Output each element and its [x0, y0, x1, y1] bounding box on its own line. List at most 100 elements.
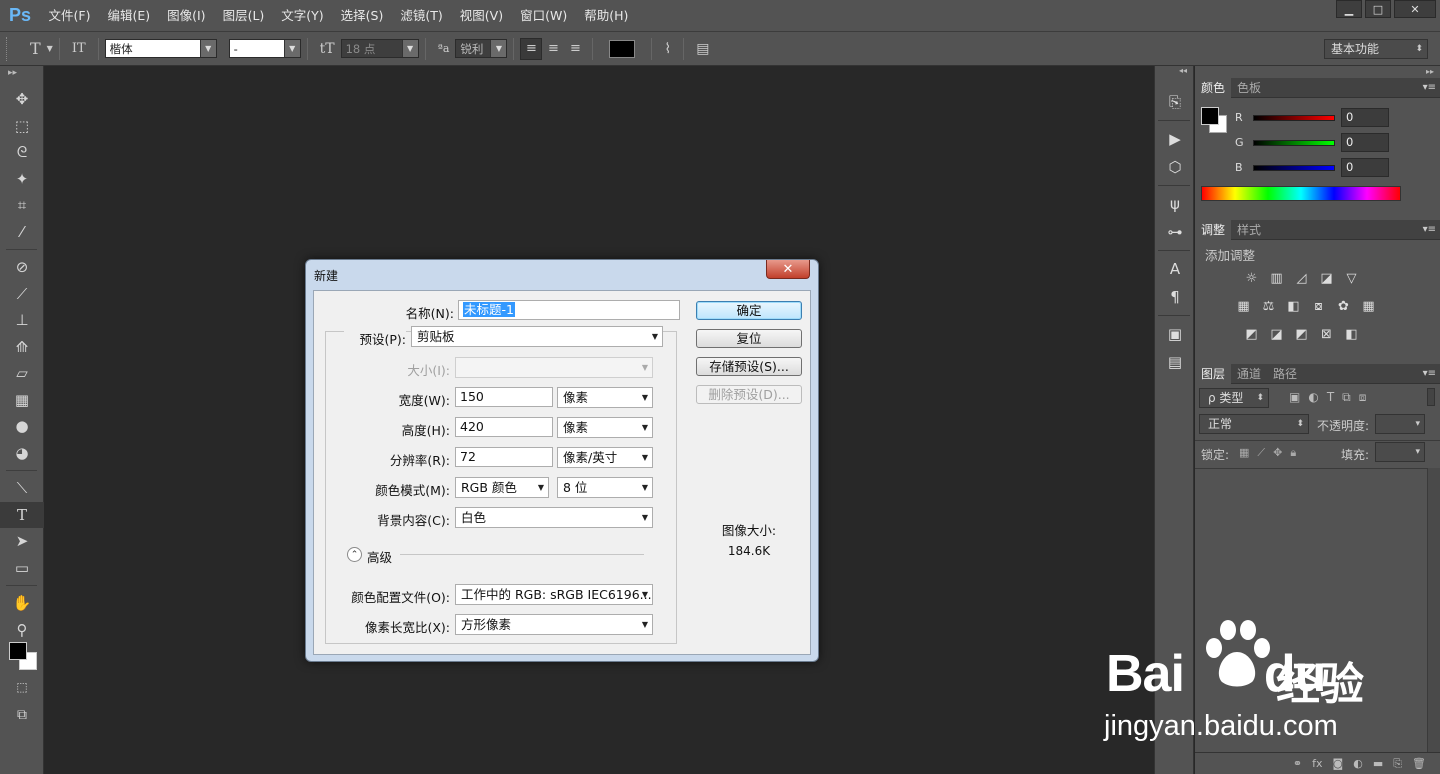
tab-adjustments[interactable]: 调整 — [1195, 220, 1232, 240]
new-adjustment-layer-icon[interactable]: ◐ — [1353, 757, 1363, 770]
link-layers-icon[interactable]: ⚭ — [1293, 757, 1302, 770]
character-panel-icon[interactable]: A — [1155, 255, 1195, 283]
shape-tool-icon[interactable]: ▭ — [0, 555, 44, 582]
dialog-close-button[interactable]: ✕ — [766, 260, 810, 279]
curves-icon[interactable]: ◿ — [1291, 268, 1312, 289]
lock-pixels-icon[interactable]: ⟋ — [1257, 446, 1265, 460]
background-select[interactable]: 白色 ▼ — [455, 507, 653, 528]
lock-all-icon[interactable]: 🔒︎ — [1290, 446, 1296, 460]
green-value-input[interactable]: 0 — [1341, 133, 1389, 152]
panel-menu-icon[interactable]: ▾≡ — [1423, 78, 1436, 98]
height-unit-select[interactable]: 像素 ▼ — [557, 417, 653, 438]
red-slider[interactable] — [1253, 114, 1335, 121]
minimize-button[interactable]: ▁ — [1336, 0, 1362, 18]
align-left-icon[interactable]: ≡ — [520, 37, 543, 60]
ok-button[interactable]: 确定 — [696, 301, 802, 320]
tool-preset-arrow-icon[interactable]: ▼ — [47, 44, 53, 53]
color-balance-icon[interactable]: ⚖ — [1258, 296, 1279, 317]
menu-view[interactable]: 视图(V) — [451, 0, 511, 32]
actions-panel-icon[interactable]: ▶ — [1155, 125, 1195, 153]
3d-panel-icon[interactable]: ⬡ — [1155, 153, 1195, 181]
marquee-tool-icon[interactable]: ⬚ — [0, 113, 44, 140]
font-size-select[interactable]: 18 点 ▼ — [340, 39, 419, 58]
eyedropper-tool-icon[interactable]: ⁄ — [0, 219, 44, 246]
fill-input[interactable]: ▾ — [1375, 442, 1425, 462]
menu-type[interactable]: 文字(Y) — [273, 0, 332, 32]
eraser-tool-icon[interactable]: ▱ — [0, 360, 44, 387]
threshold-icon[interactable]: ◩ — [1291, 324, 1312, 345]
gradient-map-icon[interactable]: ◧ — [1341, 324, 1362, 345]
width-input[interactable]: 150 — [455, 387, 553, 407]
hue-saturation-icon[interactable]: ▦ — [1233, 296, 1254, 317]
tab-swatches[interactable]: 色板 — [1231, 78, 1267, 98]
font-style-select[interactable]: - ▼ — [228, 39, 301, 58]
filter-shape-icon[interactable]: ⧉ — [1342, 390, 1351, 405]
text-orientation-icon[interactable]: IT — [72, 41, 86, 56]
layers-scrollbar[interactable] — [1427, 468, 1440, 774]
photo-filter-icon[interactable]: ⧇ — [1308, 296, 1329, 317]
align-right-icon[interactable]: ≡ — [564, 38, 586, 60]
color-mode-select[interactable]: RGB 颜色 ▼ — [455, 477, 549, 498]
new-group-icon[interactable]: ▬ — [1373, 757, 1383, 770]
lasso-tool-icon[interactable]: ᘓ — [0, 139, 44, 166]
magic-wand-tool-icon[interactable]: ✦ — [0, 166, 44, 193]
brush-tool-icon[interactable]: ⟋ — [0, 281, 44, 308]
posterize-icon[interactable]: ◪ — [1266, 324, 1287, 345]
filter-pixel-icon[interactable]: ▣ — [1289, 390, 1300, 405]
blend-mode-select[interactable]: 正常 ⬍ — [1199, 414, 1309, 434]
history-brush-tool-icon[interactable]: ⟰ — [0, 334, 44, 361]
selective-color-icon[interactable]: ⊠ — [1316, 324, 1337, 345]
blue-value-input[interactable]: 0 — [1341, 158, 1389, 177]
screen-mode-icon[interactable]: ⧉ — [0, 702, 44, 729]
add-mask-icon[interactable]: ◙ — [1333, 757, 1344, 770]
layer-style-icon[interactable]: fx — [1312, 757, 1322, 770]
bit-depth-select[interactable]: 8 位 ▼ — [557, 477, 653, 498]
blue-slider[interactable] — [1253, 164, 1335, 171]
text-tool-preset-icon[interactable]: T — [30, 39, 41, 58]
new-layer-icon[interactable]: ⎘ — [1393, 757, 1402, 771]
height-input[interactable]: 420 — [455, 417, 553, 437]
character-panel-icon[interactable]: ▤ — [696, 41, 709, 57]
pixel-aspect-select[interactable]: 方形像素 ▼ — [455, 614, 653, 635]
tab-color[interactable]: 颜色 — [1195, 78, 1232, 98]
color-lookup-icon[interactable]: ▦ — [1358, 296, 1379, 317]
reset-button[interactable]: 复位 — [696, 329, 802, 348]
brightness-icon[interactable]: ☼ — [1241, 268, 1262, 289]
lock-position-icon[interactable]: ✥ — [1273, 446, 1282, 460]
blur-tool-icon[interactable]: ● — [0, 413, 44, 440]
color-panel-foreground-swatch[interactable] — [1201, 107, 1219, 125]
lock-transparency-icon[interactable]: ▦ — [1239, 446, 1249, 460]
notes-panel-icon[interactable]: ▤ — [1155, 348, 1195, 376]
foreground-color-swatch[interactable] — [9, 642, 27, 660]
paragraph-panel-icon[interactable]: ¶ — [1155, 283, 1195, 311]
green-slider[interactable] — [1253, 139, 1335, 146]
workspace-select[interactable]: 基本功能 ⬍ — [1324, 39, 1428, 59]
tool-presets-icon[interactable]: ⊶ — [1155, 218, 1195, 246]
delete-layer-icon[interactable]: 🗑︎ — [1412, 757, 1426, 770]
properties-panel-icon[interactable]: ▣ — [1155, 320, 1195, 348]
tab-styles[interactable]: 样式 — [1231, 220, 1267, 240]
hand-tool-icon[interactable]: ✋ — [0, 590, 44, 617]
dialog-titlebar[interactable]: 新建 ✕ — [306, 260, 818, 286]
color-spectrum-ramp[interactable] — [1201, 186, 1401, 201]
font-family-select[interactable]: 楷体 ▼ — [104, 39, 217, 58]
color-profile-select[interactable]: 工作中的 RGB: sRGB IEC6196... ▼ — [455, 584, 653, 605]
warp-text-icon[interactable]: ⌇ — [664, 41, 671, 57]
filter-toggle[interactable] — [1427, 388, 1435, 406]
filter-smart-object-icon[interactable]: ⧈ — [1359, 390, 1367, 405]
opacity-input[interactable]: ▾ — [1375, 414, 1425, 434]
invert-icon[interactable]: ◩ — [1241, 324, 1262, 345]
quick-mask-icon[interactable]: ⬚ — [0, 674, 44, 701]
black-white-icon[interactable]: ◧ — [1283, 296, 1304, 317]
menu-help[interactable]: 帮助(H) — [576, 0, 637, 32]
panel-menu-icon[interactable]: ▾≡ — [1423, 220, 1436, 240]
menu-select[interactable]: 选择(S) — [332, 0, 392, 32]
resolution-input[interactable]: 72 — [455, 447, 553, 467]
type-tool-icon[interactable]: T — [0, 501, 44, 528]
levels-icon[interactable]: ▥ — [1266, 268, 1287, 289]
menu-file[interactable]: 文件(F) — [40, 0, 99, 32]
clone-stamp-tool-icon[interactable]: ⊥ — [0, 307, 44, 334]
preset-select[interactable]: 剪贴板 ▼ — [411, 326, 663, 347]
menu-image[interactable]: 图像(I) — [159, 0, 214, 32]
healing-brush-tool-icon[interactable]: ⊘ — [0, 254, 44, 281]
